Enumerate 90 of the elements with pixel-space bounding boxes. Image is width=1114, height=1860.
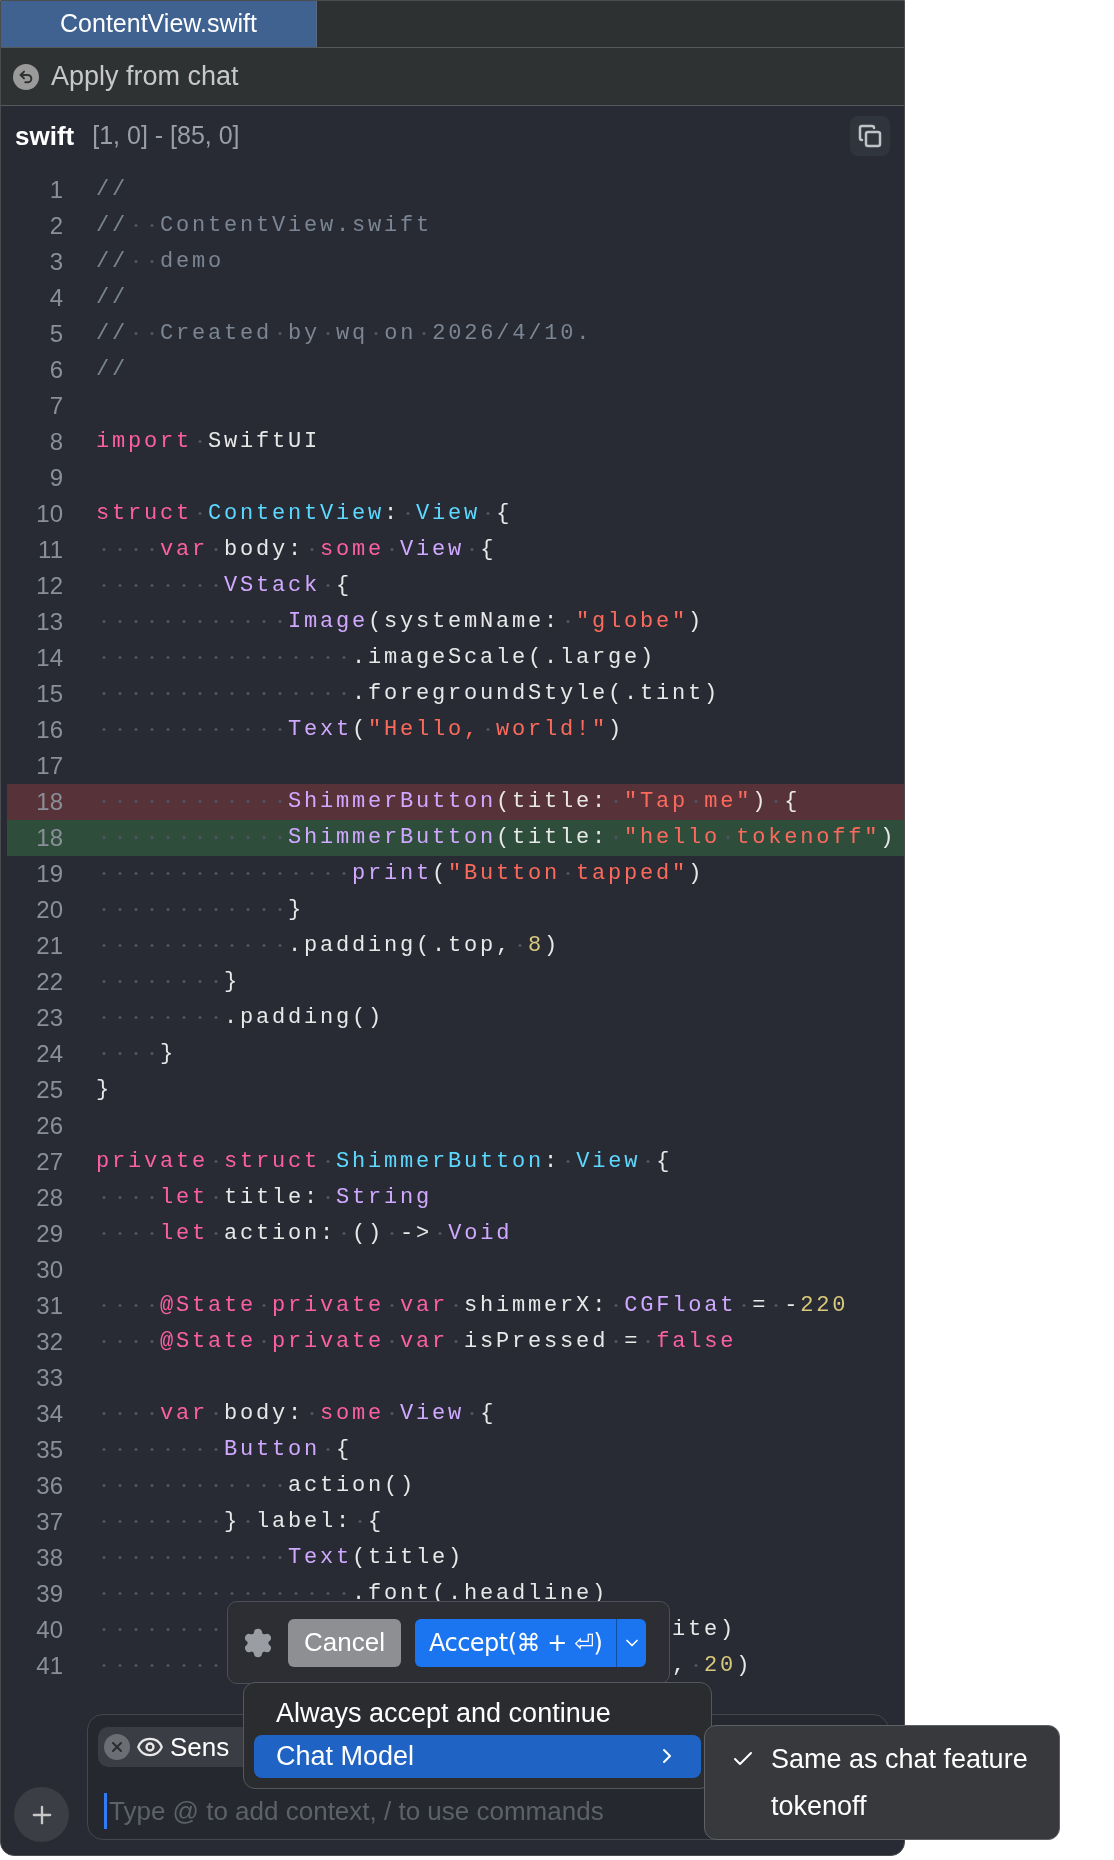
code-line: var body: some View { [96, 1396, 497, 1432]
line-number: 34 [35, 1399, 63, 1429]
code-line: .foregroundStyle(.tint) [96, 676, 721, 712]
code-line: import SwiftUI [96, 428, 321, 456]
apply-from-chat-label: Apply from chat [51, 60, 239, 94]
line-number: 31 [35, 1291, 63, 1321]
line-number: 7 [48, 391, 63, 421]
code-line: // [96, 284, 128, 312]
line-number: 35 [35, 1435, 63, 1465]
code-line: Image(systemName: "globe") [96, 604, 705, 640]
accept-button[interactable]: Accept(⌘ + ⏎) [414, 1618, 617, 1667]
remove-icon[interactable] [104, 1734, 130, 1760]
line-number: 4 [48, 283, 63, 313]
line-number: 9 [48, 463, 63, 493]
line-number: 28 [35, 1183, 63, 1213]
code-line: // [96, 356, 128, 384]
line-number: 38 [35, 1543, 63, 1573]
line-number: 25 [35, 1075, 63, 1105]
code-line: let title: String [96, 1180, 433, 1216]
line-number: 6 [48, 355, 63, 385]
line-number: 19 [35, 859, 63, 889]
undo-icon [13, 63, 39, 90]
code-line: VStack { [96, 568, 353, 604]
language-label: swift [15, 119, 75, 153]
code-line: @State private var shimmerX: CGFloat = -220 [96, 1288, 849, 1324]
line-number: 40 [35, 1615, 63, 1645]
code-line: print("Button tapped") [96, 856, 705, 892]
range-label: [1, 0] - [85, 0] [92, 120, 240, 152]
line-number: 33 [35, 1363, 63, 1393]
code-line: Text("Hello, world!") [96, 712, 625, 748]
code-line: @State private var isPressed = false [96, 1324, 737, 1360]
line-number: 2 [48, 211, 63, 241]
line-number: 10 [35, 499, 63, 529]
copy-icon [858, 124, 882, 148]
line-number: 11 [37, 535, 63, 565]
settings-icon[interactable] [242, 1626, 274, 1659]
line-number: 37 [35, 1507, 63, 1537]
line-number: 16 [35, 715, 63, 745]
code-line: .imageScale(.large) [96, 640, 657, 676]
chip-label: Sens [170, 1730, 230, 1764]
submenu-item[interactable]: Same as chat feature [705, 1738, 1059, 1781]
code-line: struct ContentView: View { [96, 500, 513, 528]
file-tab[interactable]: ContentView.swift [1, 1, 317, 47]
context-chip[interactable]: Sens [98, 1727, 244, 1767]
code-line: let action: () -> Void [96, 1216, 513, 1252]
code-line: Button { [96, 1432, 353, 1468]
code-line: } label: { [96, 1504, 385, 1540]
line-number: 12 [35, 571, 63, 601]
line-number: 13 [35, 607, 63, 637]
line-number: 18 [35, 787, 63, 817]
code-line: ShimmerButton(title: "Tap me") { [96, 784, 801, 820]
chat-input-field[interactable]: Type @ to add context, / to use commands [104, 1793, 684, 1829]
line-number: 32 [35, 1327, 63, 1357]
line-number: 22 [35, 967, 63, 997]
code-line: Text(title) [96, 1540, 465, 1576]
code-line: // demo [96, 248, 225, 276]
copy-button[interactable] [850, 116, 890, 156]
line-number: 24 [35, 1039, 63, 1069]
line-number: 39 [35, 1579, 63, 1609]
line-number: 20 [35, 895, 63, 925]
submenu-item[interactable]: tokenoff [705, 1784, 1059, 1827]
line-number: 1 [48, 175, 63, 205]
code-line: } [96, 1076, 112, 1104]
line-number: 36 [35, 1471, 63, 1501]
line-number: 30 [35, 1255, 63, 1285]
menu-item[interactable]: Always accept and continue [254, 1691, 701, 1735]
code-line: // [96, 176, 128, 204]
line-number: 29 [35, 1219, 63, 1249]
code-line: .padding() [96, 1000, 385, 1036]
line-number: 26 [35, 1111, 63, 1141]
menu-item[interactable]: Chat Model [254, 1734, 701, 1778]
line-number: 8 [48, 427, 63, 457]
line-number: 21 [35, 931, 63, 961]
code-line: ShimmerButton(title: "hello tokenoff") [96, 820, 897, 856]
dropdown-button[interactable] [616, 1618, 647, 1667]
code-line: var body: some View { [96, 532, 497, 568]
line-number: 23 [35, 1003, 63, 1033]
code-line: private struct ShimmerButton: View { [96, 1148, 673, 1176]
line-number: 27 [35, 1147, 63, 1177]
code-line: .padding(.top, 8) [96, 928, 561, 964]
code-line: // ContentView.swift [96, 212, 433, 240]
line-number: 14 [35, 643, 63, 673]
line-number: 18 [35, 823, 63, 853]
code-line: action() [96, 1468, 417, 1504]
line-number: 15 [35, 679, 63, 709]
line-number: 41 [35, 1651, 63, 1681]
code-line: // Created by wq on 2026/4/10. [96, 320, 593, 348]
line-number: 17 [35, 751, 63, 781]
line-number: 5 [48, 319, 63, 349]
line-number: 3 [48, 247, 63, 277]
